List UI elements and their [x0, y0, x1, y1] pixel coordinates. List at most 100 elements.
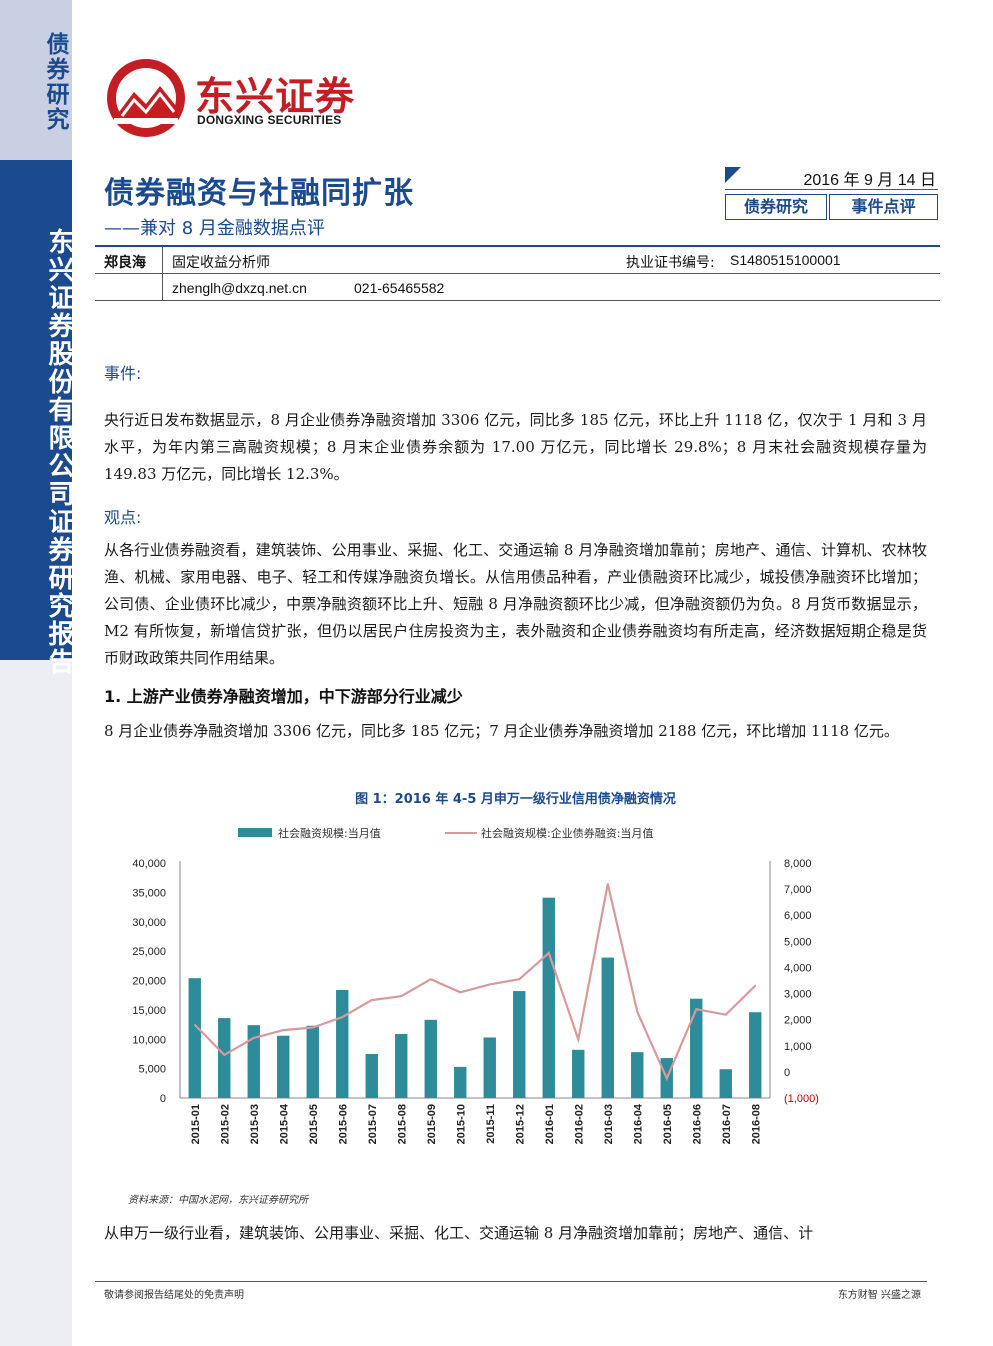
x-axis-tick-label: 2016-06 [691, 1104, 703, 1144]
right-axis-tick-label: 3,000 [784, 989, 812, 1001]
right-axis-tick-label: 1,000 [784, 1041, 812, 1053]
x-axis-tick-label: 2016-03 [603, 1104, 615, 1144]
chart-line-point [252, 1037, 255, 1039]
report-date-box: 2016 年 9 月 14 日 [725, 165, 938, 190]
analyst-cert-label: 执业证书编号: [626, 255, 715, 271]
chart-bar [277, 1035, 290, 1098]
left-axis-tick-label: 20,000 [132, 976, 166, 988]
company-logo-icon [107, 59, 185, 137]
chart-bar [542, 897, 555, 1098]
left-axis-tick-label: 40,000 [132, 858, 166, 870]
chart-bar [513, 991, 526, 1098]
section-1-paragraph: 8 月企业债券净融资增加 3306 亿元，同比多 185 亿元；7 月企业债券净… [104, 722, 899, 740]
right-axis-tick-label: 7,000 [784, 884, 812, 896]
view-paragraph: 从各行业债券融资看，建筑装饰、公用事业、采掘、化工、交通运输 8 月净融资增加靠… [104, 541, 927, 667]
right-axis-tick-label: 4,000 [784, 962, 812, 974]
analyst-top-rule [95, 245, 940, 247]
footer-slogan: 东方财智 兴盛之源 [837, 1290, 921, 1301]
analyst-mid-rule [95, 273, 940, 274]
chart-bar [218, 1018, 231, 1098]
chart-bar [306, 1025, 319, 1098]
x-axis-tick-label: 2015-10 [455, 1104, 467, 1144]
chart-line-point [488, 983, 491, 986]
tag-event-review: 事件点评 [829, 194, 938, 220]
analyst-divider [162, 247, 163, 300]
financing-chart: 社会融资规模:当月值 社会融资规模:企业债券融资:当月值 0 5,000 10,000 1… [132, 826, 819, 1144]
chart-bar [395, 1033, 408, 1098]
left-axis-tick-label: 0 [160, 1093, 166, 1105]
chart-title: 图 1：2016 年 4-5 月申万一级行业信用债净融资情况 [355, 792, 676, 807]
right-axis-tick-label: (1,000) [784, 1093, 819, 1105]
right-axis-tick-label: 0 [784, 1067, 790, 1079]
legend-line-label: 社会融资规模:企业债券融资:当月值 [481, 826, 653, 840]
view-heading: 观点: [104, 508, 142, 527]
x-axis-tick-label: 2015-08 [396, 1104, 408, 1144]
chart-line-point [223, 1054, 226, 1056]
x-axis-tick-label: 2015-07 [367, 1104, 379, 1144]
x-axis-tick-label: 2015-01 [190, 1104, 202, 1144]
left-axis-tick-label: 35,000 [132, 887, 166, 899]
chart-bar [601, 957, 614, 1098]
chart-line-point [665, 1077, 668, 1080]
right-axis-tick-label: 2,000 [784, 1015, 812, 1027]
chart-bar [690, 998, 703, 1098]
chart-bar [483, 1037, 496, 1098]
chart-bar [749, 1012, 762, 1098]
chart-line-point [754, 984, 757, 987]
chart-bar [188, 978, 201, 1098]
left-axis-tick-label: 15,000 [132, 1005, 166, 1017]
report-date: 2016 年 9 月 14 日 [803, 172, 936, 189]
left-axis-tick-label: 5,000 [138, 1064, 166, 1076]
x-axis-tick-label: 2016-01 [544, 1104, 556, 1144]
chart-line-point [341, 1016, 344, 1018]
chart-line-point [282, 1029, 285, 1031]
chart-bar [336, 989, 349, 1098]
x-axis-tick-label: 2016-05 [662, 1104, 674, 1144]
date-corner-icon [725, 167, 741, 183]
right-axis-tick-label: 6,000 [784, 910, 812, 922]
after-chart-paragraph: 从申万一级行业看，建筑装饰、公用事业、采掘、化工、交通运输 8 月净融资增加靠前… [104, 1224, 814, 1242]
x-axis-tick-label: 2015-06 [337, 1104, 349, 1144]
report-subtitle: ——兼对 8 月金融数据点评 [104, 218, 325, 239]
chart-bar [365, 1053, 378, 1098]
chart-line-point [577, 1038, 580, 1041]
left-axis-tick-label: 25,000 [132, 946, 166, 958]
right-axis-tick-label: 5,000 [784, 936, 812, 948]
chart-line-point [636, 1011, 639, 1013]
footer-rule [95, 1281, 927, 1282]
x-axis-tick-label: 2015-05 [308, 1104, 320, 1144]
footer-disclaimer: 敬请参阅报告结尾处的免责声明 [104, 1290, 244, 1301]
x-axis-tick-label: 2015-09 [426, 1104, 438, 1144]
event-heading: 事件: [104, 364, 142, 383]
tag-bond-research: 债券研究 [725, 194, 827, 220]
x-axis-tick-label: 2015-04 [278, 1103, 290, 1144]
x-axis-tick-label: 2015-12 [514, 1104, 526, 1144]
chart-line-point [370, 999, 373, 1001]
chart-bar [631, 1052, 644, 1098]
chart-line-point [400, 995, 403, 997]
analyst-name: 郑良海 [104, 255, 146, 271]
x-axis-tick-label: 2015-02 [219, 1104, 231, 1144]
x-axis-tick-label: 2016-08 [750, 1104, 762, 1144]
chart-line-point [695, 1008, 698, 1011]
report-title: 债券融资与社融同扩张 [104, 176, 414, 211]
left-axis-tick-label: 30,000 [132, 917, 166, 929]
sidebar-lower-band [0, 660, 72, 1346]
analyst-role: 固定收益分析师 [172, 255, 270, 271]
analyst-phone: 021-65465582 [354, 280, 445, 296]
analyst-email[interactable]: zhenglh@dxzq.net.cn [172, 280, 307, 296]
company-name-en: DONGXING SECURITIES [197, 113, 342, 127]
sidebar-company-label: 东兴证券股份有限公司证券研究报告 [44, 228, 74, 676]
analyst-cert-number: S1480515100001 [730, 252, 841, 268]
chart-line-point [311, 1026, 314, 1029]
chart-bar [424, 1019, 437, 1098]
x-axis-tick-label: 2016-02 [573, 1104, 585, 1144]
chart-line-point [193, 1024, 196, 1026]
x-axis-tick-label: 2015-11 [485, 1104, 497, 1144]
x-axis-tick-label: 2015-03 [249, 1104, 261, 1144]
chart-source: 资料来源：中国水泥网，东兴证券研究所 [128, 1195, 308, 1206]
section-1-title: 1. 上游产业债券净融资增加，中下游部分行业减少 [104, 687, 463, 706]
chart-line-point [606, 883, 609, 885]
legend-bar-label: 社会融资规模:当月值 [278, 826, 381, 840]
sidebar-category-label: 债券研究 [42, 32, 68, 132]
